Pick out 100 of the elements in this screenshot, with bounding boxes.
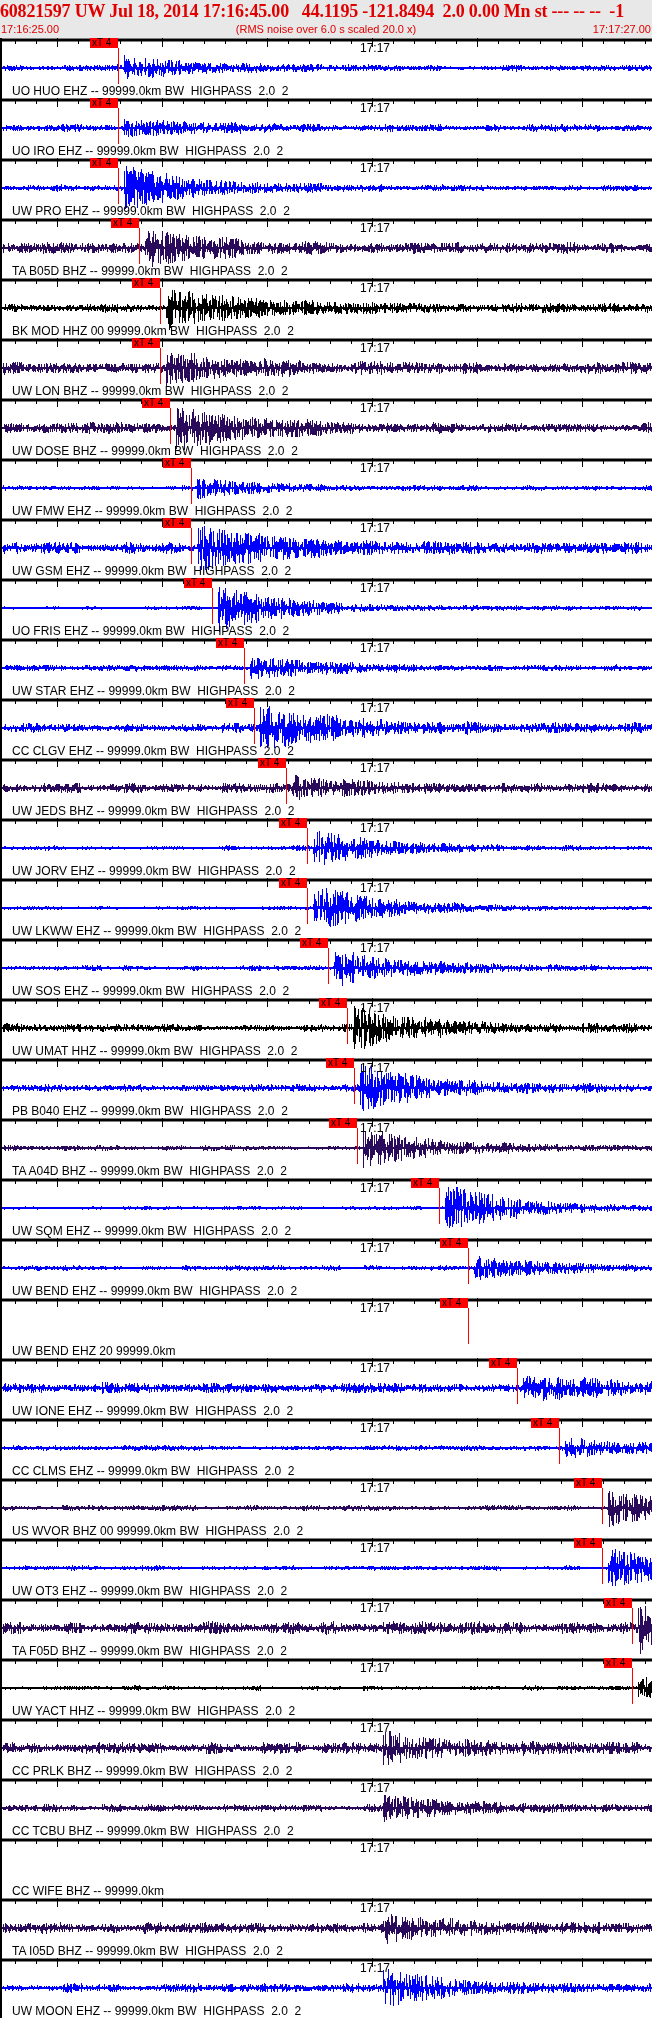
pick-marker[interactable]: xT 4: [90, 158, 118, 168]
pick-line: [517, 1368, 518, 1404]
pick-marker[interactable]: xT 4: [319, 998, 347, 1008]
pick-line: [347, 1008, 348, 1044]
time-mark: 17:17: [360, 222, 391, 234]
pick-line: [328, 948, 329, 984]
pick-line: [307, 888, 308, 924]
time-mark: 17:17: [360, 1662, 391, 1674]
pick-line: [602, 1548, 603, 1584]
pick-marker[interactable]: xT 4: [132, 338, 160, 348]
pick-marker[interactable]: xT 4: [226, 698, 254, 708]
time-mark: 17:17: [360, 822, 391, 834]
channel-label: BK MOD HHZ 00 99999.0km BW HIGHPASS 2.0 2: [12, 325, 294, 337]
channel-label: TA A04D BHZ -- 99999.0km BW HIGHPASS 2.0 2: [12, 1165, 287, 1177]
pick-marker[interactable]: xT 4: [411, 1178, 439, 1188]
pick-line: [118, 108, 119, 144]
channel-label: UW LON BHZ -- 99999.0km BW HIGHPASS 2.0 2: [12, 385, 289, 397]
pick-marker[interactable]: xT 4: [531, 1418, 559, 1428]
pick-line: [632, 1608, 633, 1644]
pick-marker[interactable]: xT 4: [142, 398, 170, 408]
pick-line: [139, 228, 140, 264]
pick-line: [191, 468, 192, 504]
pick-line: [254, 708, 255, 744]
pick-line: [559, 1428, 560, 1464]
time-mark: 17:17: [360, 1242, 391, 1254]
time-mark: 17:17: [360, 342, 391, 354]
channel-label: UW YACT HHZ -- 99999.0km BW HIGHPASS 2.0 2: [12, 1705, 296, 1717]
pick-marker[interactable]: xT 4: [163, 518, 191, 528]
channel-label: UW GSM EHZ -- 99999.0km BW HIGHPASS 2.0 2: [12, 565, 292, 577]
channel-label: UW STAR EHZ -- 99999.0km BW HIGHPASS 2.0 2: [12, 685, 295, 697]
time-mark: 17:17: [360, 282, 391, 294]
pick-line: [354, 1068, 355, 1104]
pick-marker[interactable]: xT 4: [326, 1058, 354, 1068]
time-mark: 17:17: [360, 42, 391, 54]
pick-line: [191, 528, 192, 564]
pick-marker[interactable]: xT 4: [258, 758, 286, 768]
channel-label: TA F05D BHZ -- 99999.0km BW HIGHPASS 2.0 2: [12, 1645, 287, 1657]
pick-line: [212, 588, 213, 624]
time-mark: 17:17: [360, 882, 391, 894]
pick-marker[interactable]: xT 4: [574, 1478, 602, 1488]
noise-note: (RMS noise over 6.0 s scaled 20.0 x): [235, 22, 417, 36]
channel-label: UW SOS EHZ -- 99999.0km BW HIGHPASS 2.0 2: [12, 985, 290, 997]
channel-label: UW JORV EHZ -- 99999.0km BW HIGHPASS 2.0 2: [12, 865, 296, 877]
pick-marker[interactable]: xT 4: [574, 1538, 602, 1548]
pick-marker[interactable]: xT 4: [132, 278, 160, 288]
time-mark: 17:17: [360, 1842, 391, 1854]
end-time: 17:17:27.00: [592, 22, 651, 36]
pick-marker[interactable]: xT 4: [300, 938, 328, 948]
pick-marker[interactable]: xT 4: [90, 98, 118, 108]
time-mark: 17:17: [360, 582, 391, 594]
time-mark: 17:17: [360, 942, 391, 954]
pick-marker[interactable]: xT 4: [604, 1598, 632, 1608]
pick-line: [439, 1188, 440, 1224]
event-title: 60821597 UW Jul 18, 2014 17:16:45.00 44.1195 -121.8494 2.0 0.00 Mn st --- -- -- -1: [0, 0, 625, 22]
channel-label: UW DOSE BHZ -- 99999.0km BW HIGHPASS 2.0 2: [12, 445, 298, 457]
time-mark: 17:17: [360, 762, 391, 774]
channel-label: PB B040 EHZ -- 99999.0km BW HIGHPASS 2.0 2: [12, 1105, 288, 1117]
channel-label: UW FMW EHZ -- 99999.0km BW HIGHPASS 2.0 2: [12, 505, 293, 517]
pick-line: [170, 408, 171, 444]
channel-label: UW SQM EHZ -- 99999.0km BW HIGHPASS 2.0 2: [12, 1225, 292, 1237]
pick-marker[interactable]: xT 4: [90, 38, 118, 48]
time-mark: 17:17: [360, 1482, 391, 1494]
pick-marker[interactable]: xT 4: [604, 1658, 632, 1668]
channel-label: UW JEDS BHZ -- 99999.0km BW HIGHPASS 2.0 2: [12, 805, 295, 817]
pick-marker[interactable]: xT 4: [440, 1238, 468, 1248]
pick-line: [468, 1248, 469, 1284]
time-mark: 17:17: [360, 702, 391, 714]
pick-marker[interactable]: xT 4: [279, 818, 307, 828]
time-mark: 17:17: [360, 1362, 391, 1374]
pick-line: [602, 1488, 603, 1524]
time-mark: 17:17: [360, 1782, 391, 1794]
time-mark: 17:17: [360, 1302, 391, 1314]
time-mark: 17:17: [360, 1182, 391, 1194]
pick-marker[interactable]: xT 4: [216, 638, 244, 648]
channel-label: US WVOR BHZ 00 99999.0km BW HIGHPASS 2.0 2: [12, 1525, 304, 1537]
channel-label: TA B05D BHZ -- 99999.0km BW HIGHPASS 2.0 2: [12, 265, 288, 277]
pick-marker[interactable]: xT 4: [184, 578, 212, 588]
pick-marker[interactable]: xT 4: [440, 1298, 468, 1308]
time-mark: 17:17: [360, 642, 391, 654]
time-mark: 17:17: [360, 1542, 391, 1554]
start-time: 17:16:25.00: [1, 22, 60, 36]
pick-line: [118, 168, 119, 204]
pick-line: [118, 48, 119, 84]
channel-label: UW BEND EHZ 20 99999.0km: [12, 1345, 176, 1357]
pick-marker[interactable]: xT 4: [111, 218, 139, 228]
pick-marker[interactable]: xT 4: [329, 1118, 357, 1128]
pick-marker[interactable]: xT 4: [489, 1358, 517, 1368]
time-mark: 17:17: [360, 1902, 391, 1914]
time-mark: 17:17: [360, 402, 391, 414]
channel-label: UO FRIS EHZ -- 99999.0km BW HIGHPASS 2.0 2: [12, 625, 290, 637]
pick-marker[interactable]: xT 4: [163, 458, 191, 468]
channel-label: CC CLMS EHZ -- 99999.0km BW HIGHPASS 2.0 2: [12, 1465, 295, 1477]
channel-label: UW MOON EHZ -- 99999.0km BW HIGHPASS 2.0 2: [12, 2005, 302, 2017]
time-mark: 17:17: [360, 462, 391, 474]
pick-line: [244, 648, 245, 684]
pick-marker[interactable]: xT 4: [279, 878, 307, 888]
pick-line: [632, 1668, 633, 1704]
channel-label: CC WIFE BHZ -- 99999.0km: [12, 1885, 165, 1897]
pick-line: [468, 1308, 469, 1344]
pick-line: [160, 288, 161, 324]
